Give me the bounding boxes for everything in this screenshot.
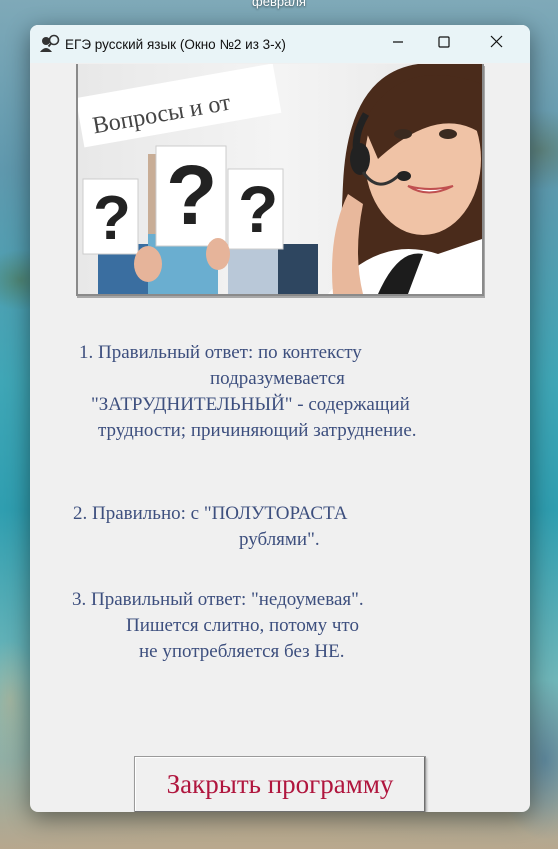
answer-2-line-2: рублями". [239,529,320,550]
title-bar[interactable]: ЕГЭ русский язык (Окно №2 из 3-х) [30,25,530,63]
app-window: ЕГЭ русский язык (Окно №2 из 3-х) Вопрос… [30,25,530,812]
answer-3-line-2: Пишется слитно, потому что [126,615,359,636]
answer-1-line-3: "ЗАТРУДНИТЕЛЬНЫЙ" - содержащий [91,394,410,415]
user-search-icon [39,33,61,55]
maximize-icon [438,35,450,53]
answer-1-line-4: трудности; причиняющий затруднение. [98,420,417,441]
window-title: ЕГЭ русский язык (Окно №2 из 3-х) [65,36,286,52]
question-mark-2: ? [166,148,217,242]
desktop-top-text: февраля [252,0,306,9]
close-window-button[interactable] [473,25,519,63]
minimize-button[interactable] [375,25,421,63]
answer-1-line-2: подразумевается [210,368,345,389]
answer-3-line-1: 3. Правильный ответ: "недоумевая". [72,589,364,610]
banner-image: Вопросы и от ? ? ? [76,64,484,296]
question-mark-1: ? [93,184,131,253]
answer-2-line-1: 2. Правильно: с "ПОЛУТОРАСТА [73,503,348,524]
close-program-button[interactable]: Закрыть программу [134,756,426,812]
close-icon [490,35,503,53]
maximize-button[interactable] [421,25,467,63]
question-mark-3: ? [238,172,278,246]
window-content: Вопросы и от ? ? ? 1. Правильный ответ: … [30,63,530,812]
minimize-icon [392,35,404,53]
answer-3-line-3: не употребляется без НЕ. [139,641,345,662]
answer-1-line-1: 1. Правильный ответ: по контексту [79,342,362,363]
